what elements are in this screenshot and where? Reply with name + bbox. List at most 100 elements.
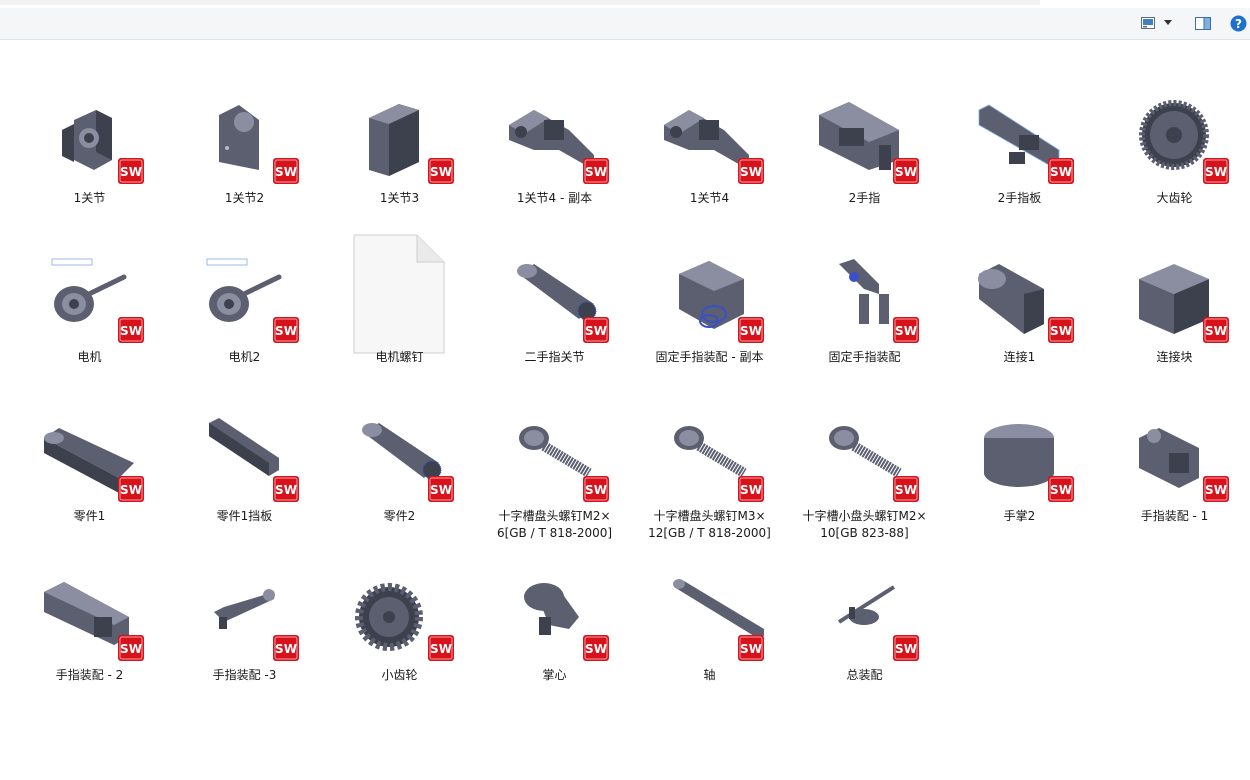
sw-badge-text: SW <box>740 642 762 656</box>
file-name-label: 手指装配 - 2 <box>55 668 124 682</box>
help-icon[interactable]: ? <box>1229 14 1247 32</box>
view-options-dropdown-icon[interactable] <box>1162 14 1174 32</box>
sw-badge-text: SW <box>585 483 607 497</box>
sw-badge-text: SW <box>740 483 762 497</box>
file-item[interactable]: SW 连接1 <box>942 204 1097 364</box>
solidworks-badge-icon: SW <box>272 475 300 503</box>
solidworks-badge-icon: SW <box>1047 316 1075 344</box>
sw-badge-text: SW <box>1205 165 1227 179</box>
file-item[interactable]: SW 十字槽盘头螺钉M3× 12[GB / T 818-2000] <box>632 363 787 540</box>
solidworks-badge-icon: SW <box>892 316 920 344</box>
sw-badge-text: SW <box>585 642 607 656</box>
file-item[interactable]: SW 固定手指装配 - 副本 <box>632 204 787 364</box>
file-name-label: 总装配 <box>846 668 883 682</box>
file-item[interactable]: SW 连接块 <box>1097 204 1250 364</box>
file-item[interactable]: SW 1关节 <box>12 45 167 205</box>
file-item[interactable]: SW 轴 <box>632 522 787 682</box>
file-item[interactable]: SW 十字槽小盘头螺钉M2× 10[GB 823-88] <box>787 363 942 540</box>
solidworks-badge-icon: SW <box>1047 157 1075 185</box>
change-view-icon[interactable] <box>1140 14 1156 32</box>
file-item[interactable]: SW 手指装配 -3 <box>167 522 322 682</box>
sw-badge-text: SW <box>120 165 142 179</box>
file-item[interactable]: SW 总装配 <box>787 522 942 682</box>
file-item[interactable]: SW 手指装配 - 1 <box>1097 363 1250 523</box>
sw-badge-text: SW <box>740 324 762 338</box>
solidworks-badge-icon: SW <box>1047 475 1075 503</box>
window-top-band <box>0 0 1250 8</box>
sw-badge-text: SW <box>275 483 297 497</box>
preview-pane-icon[interactable] <box>1194 14 1212 32</box>
svg-text:?: ? <box>1235 17 1242 31</box>
file-item[interactable]: SW 零件2 <box>322 363 477 523</box>
file-name-label: 小齿轮 <box>381 668 418 682</box>
file-item[interactable]: SW 零件1 <box>12 363 167 523</box>
sw-badge-text: SW <box>895 165 917 179</box>
solidworks-badge-icon: SW <box>117 316 145 344</box>
solidworks-badge-icon: SW <box>1202 157 1230 185</box>
solidworks-badge-icon: SW <box>737 634 765 662</box>
solidworks-badge-icon: SW <box>582 157 610 185</box>
sw-badge-text: SW <box>895 324 917 338</box>
view-toolbar: ? <box>0 8 1250 40</box>
sw-badge-text: SW <box>120 483 142 497</box>
sw-badge-text: SW <box>1205 483 1227 497</box>
solidworks-badge-icon: SW <box>427 475 455 503</box>
file-item[interactable]: SW 电机 <box>12 204 167 364</box>
sw-badge-text: SW <box>430 483 452 497</box>
solidworks-badge-icon: SW <box>117 157 145 185</box>
sw-badge-text: SW <box>895 642 917 656</box>
file-item[interactable]: SW 手指装配 - 2 <box>12 522 167 682</box>
file-grid: SW 1关节 SW 1关节2 SW 1关节3 SW 1关节4 - 副本 SW 1关节4 SW 2手指 S… <box>0 40 1250 780</box>
file-name-label: 手指装配 -3 <box>212 668 277 682</box>
file-item[interactable]: 电机螺钉 <box>322 204 477 364</box>
file-item[interactable]: SW 1关节4 - 副本 <box>477 45 632 205</box>
sw-badge-text: SW <box>430 165 452 179</box>
sw-badge-text: SW <box>120 642 142 656</box>
solidworks-badge-icon: SW <box>582 475 610 503</box>
solidworks-badge-icon: SW <box>892 634 920 662</box>
sw-badge-text: SW <box>1050 483 1072 497</box>
blank-file-icon <box>353 234 463 354</box>
file-item[interactable]: SW 零件1挡板 <box>167 363 322 523</box>
file-item[interactable]: SW 1关节4 <box>632 45 787 205</box>
file-name-label: 手指装配 - 1 <box>1140 509 1209 523</box>
file-item[interactable]: SW 十字槽盘头螺钉M2× 6[GB / T 818-2000] <box>477 363 632 540</box>
sw-badge-text: SW <box>275 324 297 338</box>
sw-badge-text: SW <box>1205 324 1227 338</box>
solidworks-badge-icon: SW <box>737 475 765 503</box>
sw-badge-text: SW <box>895 483 917 497</box>
solidworks-badge-icon: SW <box>117 475 145 503</box>
sw-badge-text: SW <box>120 324 142 338</box>
sw-badge-text: SW <box>1050 324 1072 338</box>
solidworks-badge-icon: SW <box>582 634 610 662</box>
solidworks-badge-icon: SW <box>272 157 300 185</box>
solidworks-badge-icon: SW <box>1202 316 1230 344</box>
solidworks-badge-icon: SW <box>737 316 765 344</box>
sw-badge-text: SW <box>740 165 762 179</box>
solidworks-badge-icon: SW <box>582 316 610 344</box>
file-name-label: 掌心 <box>542 668 567 682</box>
solidworks-badge-icon: SW <box>272 316 300 344</box>
file-item[interactable]: SW 1关节3 <box>322 45 477 205</box>
file-item[interactable]: SW 小齿轮 <box>322 522 477 682</box>
solidworks-badge-icon: SW <box>272 634 300 662</box>
file-item[interactable]: SW 固定手指装配 <box>787 204 942 364</box>
sw-badge-text: SW <box>275 165 297 179</box>
file-item[interactable]: SW 大齿轮 <box>1097 45 1250 205</box>
file-name-label: 手掌2 <box>1003 509 1036 523</box>
sw-badge-text: SW <box>275 642 297 656</box>
solidworks-badge-icon: SW <box>737 157 765 185</box>
file-item[interactable]: SW 二手指关节 <box>477 204 632 364</box>
solidworks-badge-icon: SW <box>892 157 920 185</box>
file-item[interactable]: SW 掌心 <box>477 522 632 682</box>
file-item[interactable]: SW 电机2 <box>167 204 322 364</box>
sw-badge-text: SW <box>1050 165 1072 179</box>
file-item[interactable]: SW 手掌2 <box>942 363 1097 523</box>
sw-badge-text: SW <box>585 165 607 179</box>
sw-badge-text: SW <box>585 324 607 338</box>
file-item[interactable]: SW 2手指 <box>787 45 942 205</box>
solidworks-badge-icon: SW <box>427 157 455 185</box>
sw-badge-text: SW <box>430 642 452 656</box>
file-item[interactable]: SW 2手指板 <box>942 45 1097 205</box>
file-item[interactable]: SW 1关节2 <box>167 45 322 205</box>
